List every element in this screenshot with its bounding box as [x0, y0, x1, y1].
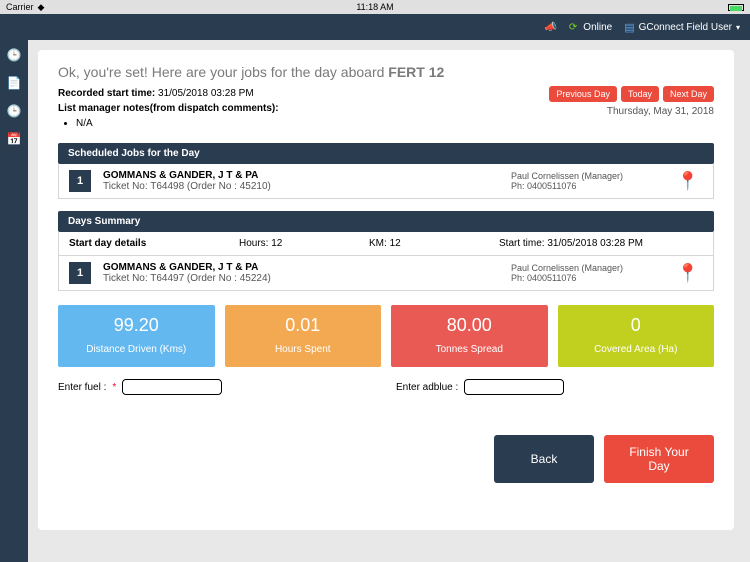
map-pin-icon[interactable]: 📍: [673, 263, 703, 284]
greeting: Ok, you're set! Here are your jobs for t…: [58, 64, 714, 80]
notes-label: List manager notes(from dispatch comment…: [58, 103, 279, 114]
job-contact-name: Paul Cornelissen (Manager): [511, 263, 661, 273]
main-card: Ok, you're set! Here are your jobs for t…: [38, 50, 734, 530]
job-row[interactable]: 1 GOMMANS & GANDER, J T & PA Ticket No: …: [58, 256, 714, 291]
greeting-prefix: Ok, you're set! Here are your jobs for t…: [58, 64, 388, 80]
stat-value: 99.20: [62, 315, 211, 336]
start-value: 31/05/2018 03:28 PM: [547, 238, 643, 249]
document-icon: ▤: [624, 21, 634, 34]
recorded-value: 31/05/2018 03:28 PM: [158, 88, 254, 99]
hours-label: Hours:: [239, 238, 271, 249]
today-button[interactable]: Today: [621, 86, 659, 102]
wifi-icon: ◆: [38, 2, 45, 13]
online-label: Online: [583, 22, 612, 33]
job-contact-phone: Ph: 0400511076: [511, 181, 661, 191]
summary-detail-row: Start day details Hours: 12 KM: 12 Start…: [58, 232, 714, 256]
km-value: 12: [390, 238, 401, 249]
stat-label: Covered Area (Ha): [562, 344, 711, 355]
meta-block: Recorded start time: 31/05/2018 03:28 PM…: [58, 86, 279, 131]
detail-label: Start day details: [69, 238, 229, 249]
adblue-label: Enter adblue :: [396, 382, 458, 393]
stat-value: 80.00: [395, 315, 544, 336]
recorded-label: Recorded start time:: [58, 88, 158, 99]
vehicle-name: FERT 12: [388, 64, 444, 80]
battery-icon: [728, 4, 744, 11]
app-bar: 📣 ⟳ Online ▤ GConnect Field User ▾: [0, 14, 750, 40]
job-row[interactable]: 1 GOMMANS & GANDER, J T & PA Ticket No: …: [58, 164, 714, 199]
stat-value: 0: [562, 315, 711, 336]
stat-label: Hours Spent: [229, 344, 378, 355]
megaphone-icon[interactable]: 📣: [544, 22, 556, 33]
previous-day-button[interactable]: Previous Day: [549, 86, 617, 102]
job-contact-name: Paul Cornelissen (Manager): [511, 171, 661, 181]
job-customer: GOMMANS & GANDER, J T & PA: [103, 262, 499, 273]
next-day-button[interactable]: Next Day: [663, 86, 714, 102]
ipad-status-bar: Carrier ◆ 11:18 AM: [0, 0, 750, 14]
required-mark: *: [112, 382, 116, 393]
fuel-label: Enter fuel :: [58, 382, 106, 393]
gauge-icon[interactable]: 🕒: [7, 104, 22, 118]
refresh-icon[interactable]: ⟳: [569, 22, 577, 33]
stat-tonnes: 80.00 Tonnes Spread: [391, 305, 548, 367]
user-menu[interactable]: ▤ GConnect Field User ▾: [624, 21, 740, 34]
calendar-icon[interactable]: 📅: [7, 132, 22, 146]
km-label: KM:: [369, 238, 390, 249]
note-item: N/A: [76, 116, 279, 131]
stat-distance: 99.20 Distance Driven (Kms): [58, 305, 215, 367]
stat-area: 0 Covered Area (Ha): [558, 305, 715, 367]
job-customer: GOMMANS & GANDER, J T & PA: [103, 170, 499, 181]
adblue-input[interactable]: [464, 379, 564, 395]
online-status: ⟳ Online: [569, 22, 612, 33]
dashboard-icon[interactable]: 🕒: [7, 48, 22, 62]
map-pin-icon[interactable]: 📍: [673, 171, 703, 192]
stat-hours: 0.01 Hours Spent: [225, 305, 382, 367]
summary-header: Days Summary: [58, 211, 714, 232]
job-number: 1: [69, 262, 91, 284]
stat-value: 0.01: [229, 315, 378, 336]
document-nav-icon[interactable]: 📄: [7, 76, 22, 90]
stat-label: Distance Driven (Kms): [62, 344, 211, 355]
finish-day-button[interactable]: Finish Your Day: [604, 435, 714, 483]
user-name: GConnect Field User: [639, 22, 732, 33]
job-contact-phone: Ph: 0400511076: [511, 273, 661, 283]
stat-label: Tonnes Spread: [395, 344, 544, 355]
hours-value: 12: [271, 238, 282, 249]
job-ticket: Ticket No: T64498 (Order No : 45210): [103, 181, 499, 192]
job-number: 1: [69, 170, 91, 192]
job-ticket: Ticket No: T64497 (Order No : 45224): [103, 273, 499, 284]
current-date: Thursday, May 31, 2018: [549, 106, 714, 117]
sidebar: 🕒 📄 🕒 📅: [0, 40, 28, 562]
chevron-down-icon: ▾: [736, 23, 740, 32]
clock: 11:18 AM: [356, 2, 393, 12]
scheduled-header: Scheduled Jobs for the Day: [58, 143, 714, 164]
back-button[interactable]: Back: [494, 435, 594, 483]
start-label: Start time:: [499, 238, 547, 249]
fuel-input[interactable]: [122, 379, 222, 395]
carrier-label: Carrier: [6, 2, 34, 12]
